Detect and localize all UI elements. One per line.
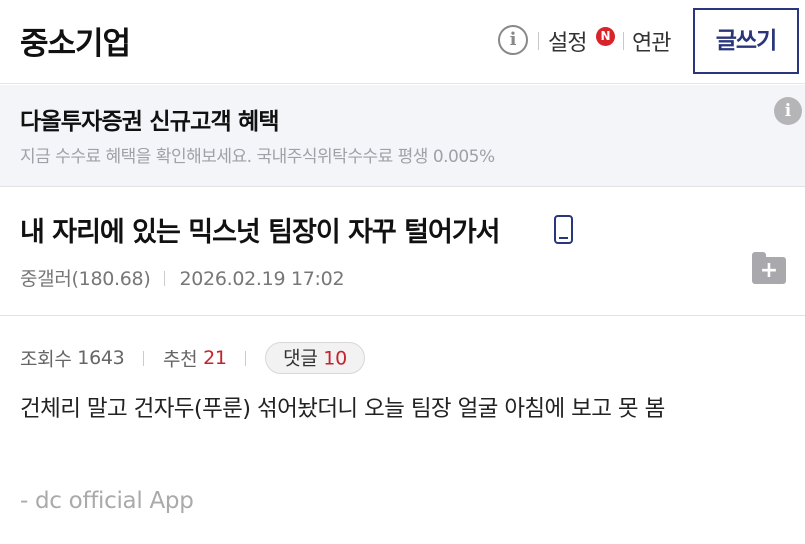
comments-button[interactable]: 댓글 10 <box>265 342 365 374</box>
post-datetime: 2026.02.19 17:02 <box>179 268 345 290</box>
views-count: 1643 <box>77 347 125 369</box>
comments-label: 댓글 <box>283 347 318 370</box>
divider <box>143 350 145 366</box>
post-signature: - dc official App <box>20 488 194 514</box>
info-icon[interactable]: i <box>498 25 528 55</box>
ad-title[interactable]: 다올투자증권 신규고객 혜택 <box>20 102 280 136</box>
divider <box>245 350 247 366</box>
post-author[interactable]: 중갤러(180.68) <box>20 268 151 290</box>
mobile-phone-icon <box>554 215 573 244</box>
gallery-header: 중소기업 i 설정 N 연관 글쓰기 <box>0 0 805 84</box>
ad-info-icon[interactable]: i <box>774 97 802 125</box>
recommend-count: 21 <box>203 347 227 369</box>
post-content: 건체리 말고 건자두(푸룬) 섞어놨더니 오늘 팀장 얼굴 아침에 보고 못 봄 <box>20 396 665 422</box>
comments-count: 10 <box>323 347 347 370</box>
views-label: 조회수 <box>20 348 72 371</box>
write-post-button[interactable]: 글쓰기 <box>693 8 799 74</box>
divider <box>164 271 166 286</box>
settings-button[interactable]: 설정 <box>548 25 587 57</box>
gallery-title[interactable]: 중소기업 <box>20 18 131 63</box>
post-title: 내 자리에 있는 믹스넛 팀장이 자꾸 털어가서 <box>20 217 501 248</box>
folder-add-icon[interactable]: + <box>752 252 786 284</box>
new-badge-icon: N <box>596 27 615 46</box>
divider <box>623 32 624 50</box>
divider <box>538 32 539 50</box>
recommend-label: 추천 <box>162 348 198 371</box>
ad-description: 지금 수수료 혜택을 확인해보세요. 국내주식위탁수수료 평생 0.005% <box>20 147 495 167</box>
post-stats: 조회수 1643 추천 21 댓글 10 <box>20 342 365 374</box>
plus-icon: + <box>759 258 779 283</box>
related-button[interactable]: 연관 <box>632 25 671 57</box>
post-meta: 중갤러(180.68) 2026.02.19 17:02 <box>20 264 345 291</box>
ad-banner[interactable]: 다올투자증권 신규고객 혜택 지금 수수료 혜택을 확인해보세요. 국내주식위탁… <box>0 85 805 187</box>
post-header: 내 자리에 있는 믹스넛 팀장이 자꾸 털어가서 중갤러(180.68) 2026… <box>0 188 805 316</box>
